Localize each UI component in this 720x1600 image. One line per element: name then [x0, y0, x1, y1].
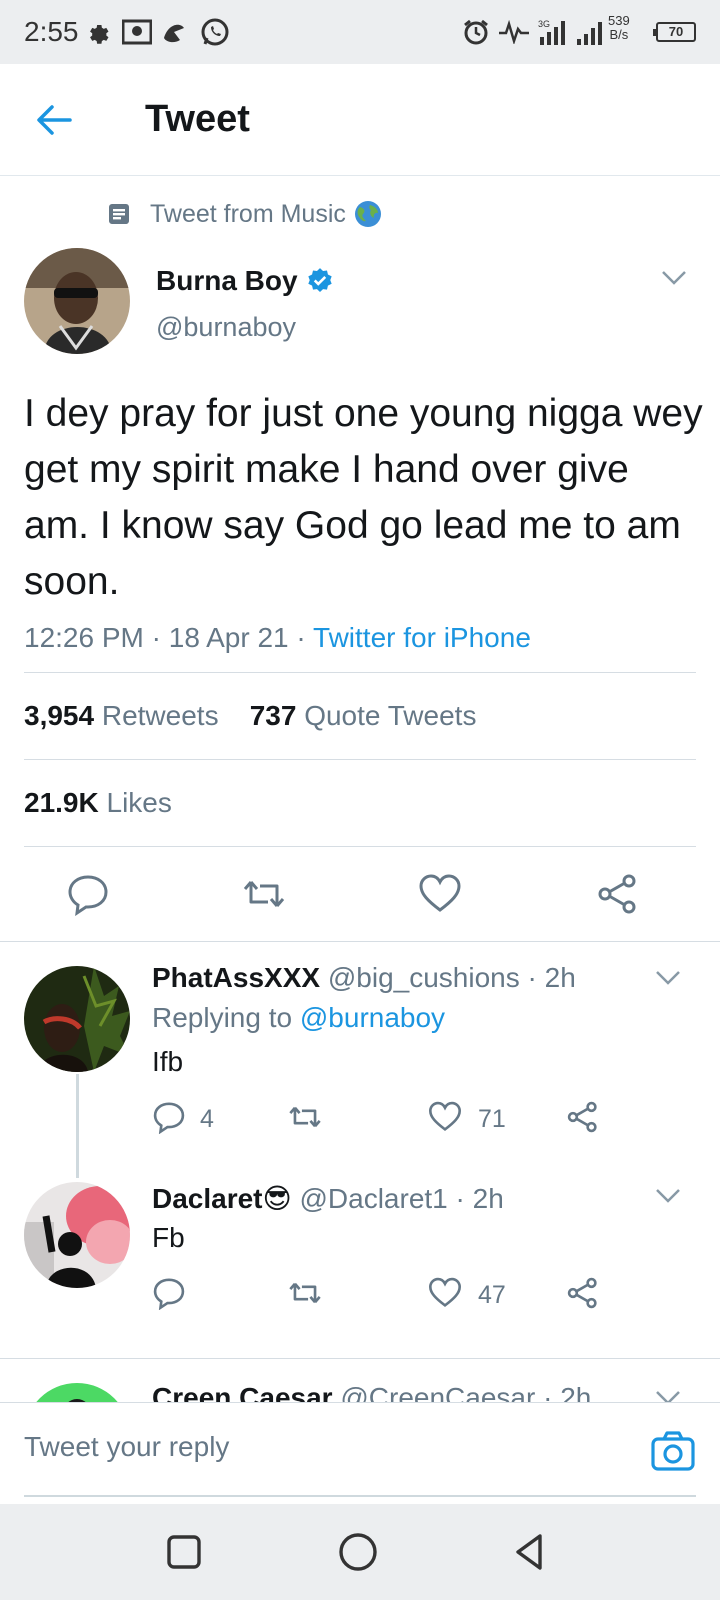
- retweet-icon[interactable]: [242, 872, 286, 916]
- reply-input-underline: [24, 1495, 696, 1497]
- divider: [24, 672, 696, 673]
- reply-author-name[interactable]: Daclaret😎: [152, 1183, 292, 1214]
- thread-line: [76, 1074, 79, 1178]
- page-title: Tweet: [145, 98, 250, 140]
- camera-icon[interactable]: [650, 1429, 696, 1473]
- like-heart-icon[interactable]: [418, 872, 462, 916]
- tweet-text: I dey pray for just one young nigga wey …: [24, 392, 703, 603]
- reply-text: Ifb: [152, 1046, 184, 1077]
- reply-icon[interactable]: [152, 1276, 186, 1310]
- author-handle[interactable]: @burnaboy: [156, 312, 296, 343]
- retweets-label: Retweets: [101, 700, 219, 731]
- net-speed: 539 B/s: [608, 14, 630, 42]
- battery-icon: 70: [653, 22, 696, 42]
- replying-to-label: Replying to: [152, 1002, 293, 1033]
- screen-record-icon: [122, 16, 152, 48]
- status-time: 2:55: [24, 16, 79, 47]
- divider: [24, 759, 696, 760]
- reply-author-name[interactable]: PhatAssXXX: [152, 962, 320, 993]
- reply-icon[interactable]: [152, 1100, 186, 1134]
- author-name[interactable]: Burna Boy: [156, 265, 334, 297]
- retweet-icon[interactable]: [288, 1100, 322, 1134]
- replying-to: Replying to @burnaboy: [152, 1002, 445, 1034]
- settings-gear-icon: [84, 16, 110, 48]
- like-heart-icon[interactable]: [428, 1100, 462, 1134]
- quote-tweets-stat[interactable]: 737 Quote Tweets: [250, 700, 477, 731]
- back-triangle-icon[interactable]: [508, 1530, 552, 1574]
- author-avatar[interactable]: [24, 248, 130, 354]
- quotes-label: Quote Tweets: [304, 700, 477, 731]
- retweets-count: 3,954: [24, 700, 95, 731]
- likes-count: 21.9K: [24, 787, 99, 818]
- tweet-context[interactable]: Tweet from Music: [108, 196, 382, 232]
- like-heart-icon[interactable]: [428, 1276, 462, 1310]
- reply-count: 4: [200, 1105, 214, 1133]
- home-icon[interactable]: [336, 1530, 380, 1574]
- replying-to-mention[interactable]: @burnaboy: [300, 1002, 445, 1033]
- alarm-icon: [462, 16, 490, 48]
- topic-icon: [109, 204, 129, 224]
- whatsapp-icon: [200, 16, 230, 48]
- share-icon[interactable]: [566, 1276, 600, 1310]
- reply-author-handle[interactable]: @Daclaret1: [299, 1183, 447, 1214]
- context-label: Tweet from Music: [150, 199, 346, 228]
- reply-author-handle[interactable]: @big_cushions: [328, 962, 520, 993]
- reply-input[interactable]: Tweet your reply: [24, 1431, 229, 1463]
- recent-apps-icon[interactable]: [162, 1530, 206, 1574]
- reply-time: 2h: [544, 962, 576, 993]
- activity-icon: [498, 16, 530, 48]
- globe-emoji-icon: [354, 201, 381, 227]
- tweet-source-link[interactable]: Twitter for iPhone: [313, 622, 531, 653]
- engagement-stats: 3,954 Retweets 737 Quote Tweets: [24, 700, 476, 732]
- divider: [0, 1358, 720, 1359]
- retweets-stat[interactable]: 3,954 Retweets: [24, 700, 219, 731]
- divider: [0, 941, 720, 942]
- like-count: 71: [478, 1105, 506, 1133]
- reply-icon[interactable]: [66, 872, 110, 916]
- quotes-count: 737: [249, 700, 297, 731]
- app-header: Tweet: [0, 64, 720, 176]
- reply-composer: Tweet your reply: [0, 1402, 720, 1500]
- divider: [24, 846, 696, 847]
- verified-badge-icon: [307, 268, 332, 292]
- app-notification-icon: [160, 16, 188, 48]
- retweet-icon[interactable]: [288, 1276, 322, 1310]
- chevron-down-icon[interactable]: [654, 1186, 682, 1206]
- reply-text: Fb: [152, 1222, 185, 1253]
- chevron-down-icon[interactable]: [654, 968, 682, 988]
- reply-avatar[interactable]: [24, 1182, 130, 1288]
- likes-stat[interactable]: 21.9K Likes: [24, 787, 172, 819]
- reply-header: PhatAssXXX @big_cushions · 2h: [152, 962, 576, 993]
- tweet-time: 12:26 PM: [24, 622, 144, 653]
- system-nav-bar: [0, 1504, 720, 1600]
- svg-text:3G: 3G: [538, 19, 550, 29]
- reply-time: 2h: [472, 1183, 504, 1214]
- net-speed-unit: B/s: [609, 27, 629, 42]
- signal-3g-icon: 3G: [538, 16, 572, 48]
- author-name-text: Burna Boy: [156, 265, 298, 296]
- likes-label: Likes: [106, 787, 172, 818]
- tweet-meta: 12:26 PM · 18 Apr 21 · Twitter for iPhon…: [24, 622, 531, 653]
- tweet-date: 18 Apr 21: [168, 622, 289, 653]
- net-speed-value: 539: [608, 13, 630, 28]
- reply-avatar[interactable]: [24, 966, 130, 1072]
- reply-header: Daclaret😎 @Daclaret1 · 2h: [152, 1183, 504, 1214]
- chevron-down-icon[interactable]: [660, 268, 688, 288]
- share-icon[interactable]: [596, 872, 640, 916]
- signal-icon: [576, 16, 606, 48]
- share-icon[interactable]: [566, 1100, 600, 1134]
- like-count: 47: [478, 1281, 506, 1309]
- status-bar: 2:55 3G 539 B/s 70: [0, 0, 720, 64]
- back-arrow-icon[interactable]: [32, 98, 76, 142]
